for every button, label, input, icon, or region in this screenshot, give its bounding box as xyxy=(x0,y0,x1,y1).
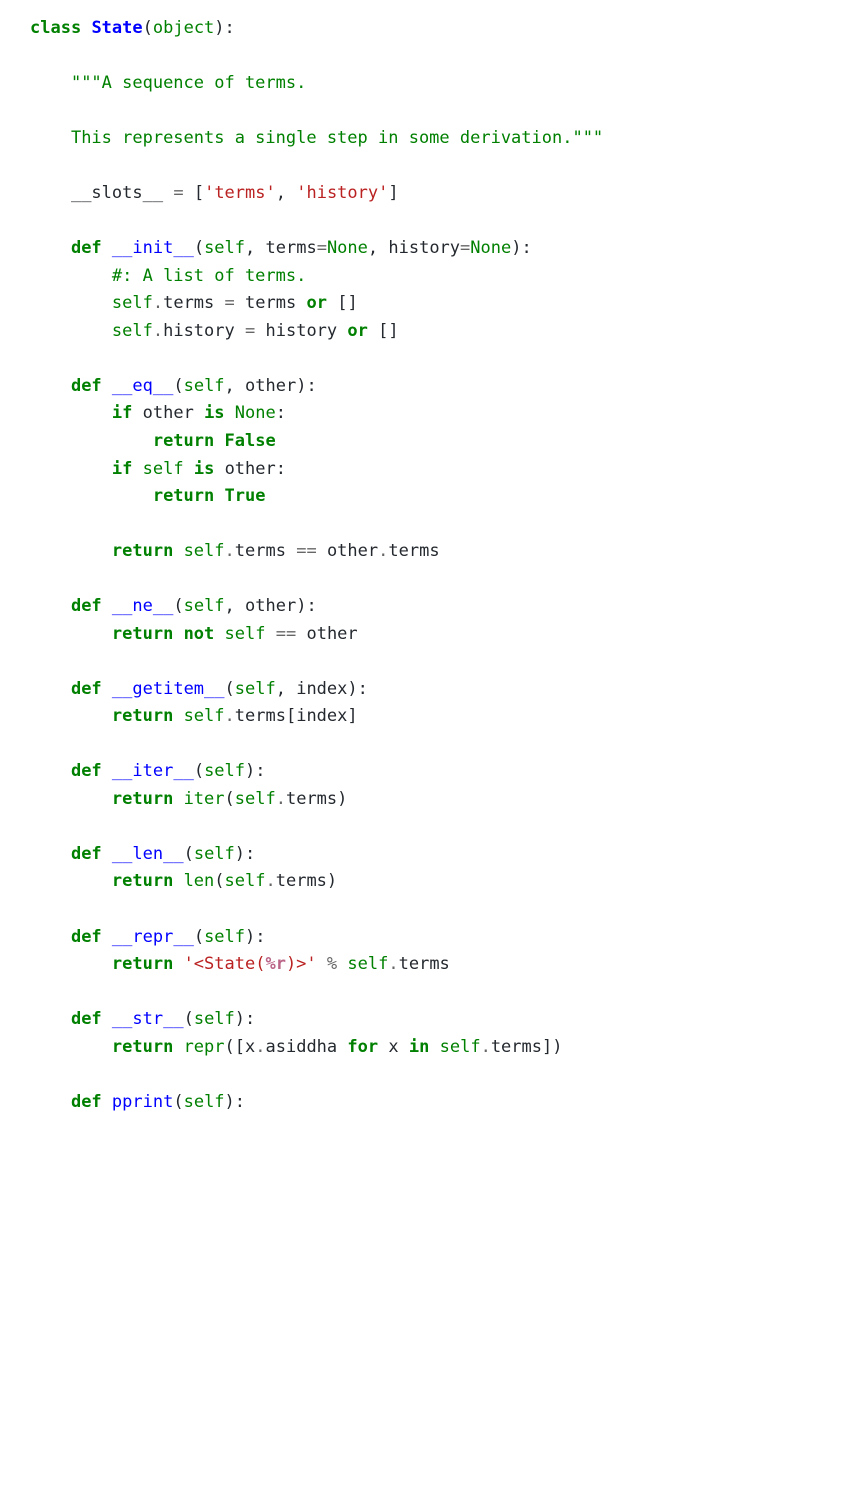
op-eq: = xyxy=(173,183,183,203)
method-iter: __iter__ xyxy=(112,761,194,781)
method-str: __str__ xyxy=(112,1009,184,1029)
method-repr: __repr__ xyxy=(112,927,194,947)
method-pprint: pprint xyxy=(112,1092,173,1112)
comment: #: A list of terms. xyxy=(112,266,306,286)
docstring-line1: """A sequence of terms. xyxy=(71,73,306,93)
method-eq: __eq__ xyxy=(112,376,173,396)
method-getitem: __getitem__ xyxy=(112,679,225,699)
method-init: __init__ xyxy=(112,238,194,258)
docstring-line2: This represents a single step in some de… xyxy=(30,128,603,148)
builtin-object: object xyxy=(153,18,214,38)
code-block: class State(object): """A sequence of te… xyxy=(30,15,820,1116)
slots-name: __slots__ xyxy=(71,183,163,203)
method-len: __len__ xyxy=(112,844,184,864)
method-ne: __ne__ xyxy=(112,596,173,616)
keyword-def: def xyxy=(71,238,102,258)
slots-list: ['terms', 'history'] xyxy=(194,183,399,203)
keyword-class: class xyxy=(30,18,81,38)
class-name: State xyxy=(91,18,142,38)
